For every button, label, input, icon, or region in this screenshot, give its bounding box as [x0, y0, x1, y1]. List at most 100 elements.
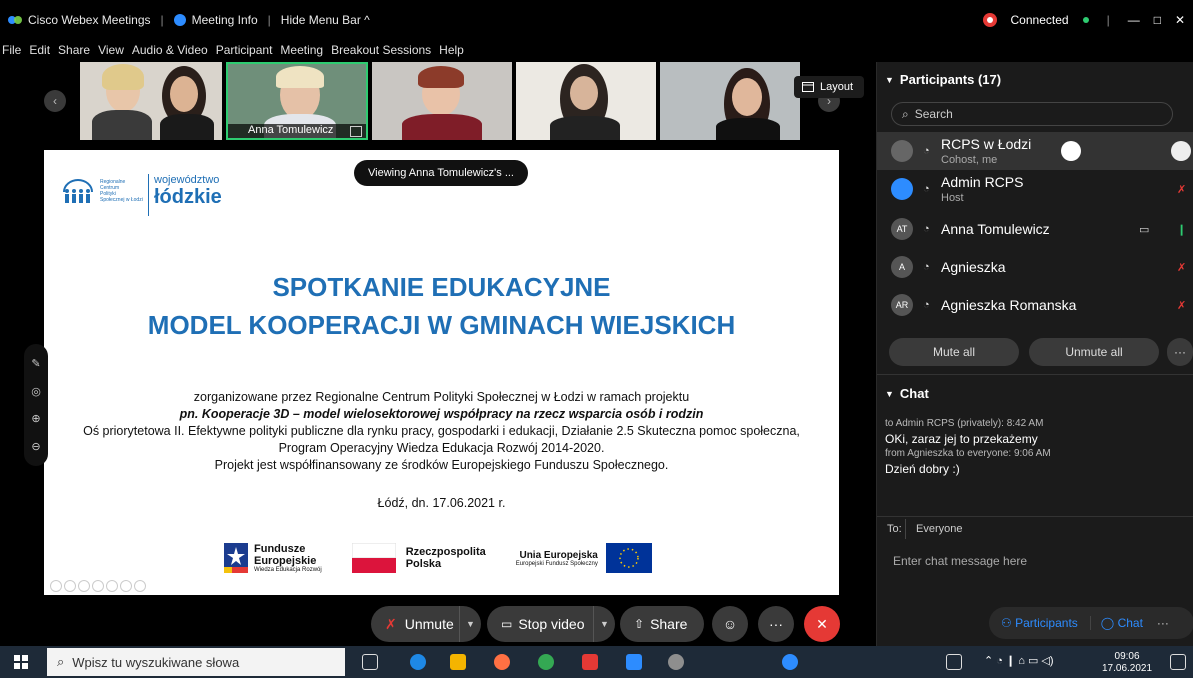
- mic-muted-icon[interactable]: ✗: [1177, 261, 1186, 274]
- chat-message-input[interactable]: Enter chat message here: [893, 554, 1027, 568]
- video-thumbnail[interactable]: [660, 62, 800, 140]
- menu-bar: File Edit Share View Audio & Video Parti…: [0, 40, 880, 60]
- mic-muted-icon: ✗: [385, 615, 397, 632]
- participants-search-input[interactable]: ⌕ Search: [891, 102, 1173, 126]
- chevron-down-icon[interactable]: ▼: [459, 606, 481, 642]
- layout-button[interactable]: Layout: [794, 76, 864, 98]
- participant-row[interactable]: A ◔ Agnieszka ✗: [877, 248, 1193, 286]
- menu-share[interactable]: Share: [58, 43, 90, 57]
- annotate-icon[interactable]: ✎: [31, 357, 40, 370]
- close-button[interactable]: ✕: [1175, 13, 1185, 27]
- unmute-all-button[interactable]: Unmute all: [1029, 338, 1159, 366]
- keyboard-icon[interactable]: [946, 654, 962, 670]
- leave-meeting-button[interactable]: ✕: [804, 606, 840, 642]
- edge-icon[interactable]: [410, 654, 426, 670]
- participants-more-button[interactable]: ···: [1167, 338, 1193, 366]
- participant-row[interactable]: AR ◔ Agnieszka Romanska ✗: [877, 286, 1193, 324]
- participant-name: Anna Tomulewicz: [941, 221, 1050, 237]
- annotation-tool-icon[interactable]: [106, 580, 118, 592]
- search-placeholder: Search: [914, 107, 953, 121]
- stop-video-button[interactable]: ▭ Stop video ▼: [487, 606, 615, 642]
- slide-annotation-tools: [50, 580, 146, 592]
- menu-participant[interactable]: Participant: [216, 43, 273, 57]
- meeting-info-button[interactable]: Meeting Info: [192, 13, 258, 27]
- fe-line-1: Fundusze: [254, 543, 306, 555]
- participants-header[interactable]: ▼ Participants (17): [885, 72, 1001, 87]
- menu-meeting[interactable]: Meeting: [280, 43, 323, 57]
- stop-video-label: Stop video: [518, 616, 585, 632]
- annotation-tool-icon[interactable]: [134, 580, 146, 592]
- zoom-in-icon[interactable]: ⊕: [31, 412, 40, 425]
- reactions-button[interactable]: ☺: [712, 606, 748, 642]
- annotation-tool-icon[interactable]: [64, 580, 76, 592]
- participant-name: Agnieszka: [941, 259, 1006, 275]
- app-title: Cisco Webex Meetings: [28, 13, 151, 27]
- share-icon: ⇧: [634, 617, 645, 631]
- mic-muted-icon[interactable]: ✗: [1177, 299, 1186, 312]
- active-speaker-name: Anna Tomulewicz: [228, 124, 366, 138]
- fit-icon[interactable]: ◎: [31, 385, 41, 398]
- person-icon: ⚇: [1001, 616, 1016, 630]
- panel-more-button[interactable]: ···: [1153, 616, 1169, 630]
- mic-icon: ◔: [923, 183, 930, 195]
- annotation-tool-icon[interactable]: [92, 580, 104, 592]
- mute-all-button[interactable]: Mute all: [889, 338, 1019, 366]
- menu-breakout-sessions[interactable]: Breakout Sessions: [331, 43, 431, 57]
- zoom-out-icon[interactable]: ⊖: [31, 440, 40, 453]
- file-explorer-icon[interactable]: [450, 654, 466, 670]
- participant-role: Cohost, me: [941, 154, 998, 166]
- minimize-button[interactable]: —: [1128, 13, 1140, 27]
- video-thumbnail-active[interactable]: Anna Tomulewicz: [226, 62, 368, 140]
- menu-file[interactable]: File: [2, 43, 21, 57]
- annotation-tool-icon[interactable]: [50, 580, 62, 592]
- recipient-select[interactable]: Everyone: [905, 519, 1191, 539]
- system-tray-icons[interactable]: ⌃ ◔ ❙ ⌂ ▭ ◁): [984, 654, 1054, 667]
- video-thumbnail[interactable]: [516, 62, 656, 140]
- chrome-icon[interactable]: [538, 654, 554, 670]
- share-button[interactable]: ⇧ Share: [620, 606, 704, 642]
- participant-row[interactable]: ◔ Admin RCPS Host ✗: [877, 170, 1193, 208]
- participant-row[interactable]: AT ◔ Anna Tomulewicz ▭ ❙: [877, 210, 1193, 248]
- webex-taskbar-icon[interactable]: [626, 654, 642, 670]
- hide-menu-bar-button[interactable]: Hide Menu Bar ^: [281, 13, 370, 27]
- help-icon[interactable]: [782, 654, 798, 670]
- mic-muted-icon[interactable]: [1171, 141, 1191, 161]
- chat-meta: to Admin RCPS (privately): 8:42 AM: [885, 418, 1044, 429]
- chat-meta: from Agnieszka to everyone: 9:06 AM: [885, 448, 1051, 459]
- recording-icon[interactable]: [982, 13, 997, 27]
- paint-icon[interactable]: [668, 654, 684, 670]
- participant-row[interactable]: ◔ RCPS w Łodzi Cohost, me: [877, 132, 1193, 170]
- mic-muted-icon[interactable]: ✗: [1177, 183, 1186, 196]
- raise-hand-icon[interactable]: [1061, 141, 1081, 161]
- polish-flag-icon: [351, 543, 396, 573]
- annotation-tool-icon[interactable]: [78, 580, 90, 592]
- taskbar-search-input[interactable]: ⌕ Wpisz tu wyszukiwane słowa: [47, 648, 345, 676]
- firefox-icon[interactable]: [494, 654, 510, 670]
- right-panel: ▼ Participants (17) ⌕ Search ◔ RCPS w Ło…: [876, 62, 1193, 646]
- menu-audio-video[interactable]: Audio & Video: [132, 43, 208, 57]
- unmute-button[interactable]: ✗ Unmute ▼: [371, 606, 481, 642]
- menu-edit[interactable]: Edit: [29, 43, 50, 57]
- more-options-button[interactable]: ···: [758, 606, 794, 642]
- menu-view[interactable]: View: [98, 43, 124, 57]
- video-thumbnail[interactable]: [372, 62, 512, 140]
- mic-on-icon[interactable]: ❙: [1177, 223, 1186, 236]
- chat-bubble-icon: ◯: [1100, 616, 1118, 630]
- panel-tabs: ⚇ Participants ◯ Chat ···: [989, 607, 1193, 639]
- acrobat-icon[interactable]: [582, 654, 598, 670]
- rp-line-1: Rzeczpospolita: [405, 546, 486, 558]
- notifications-icon[interactable]: [1170, 654, 1186, 670]
- menu-help[interactable]: Help: [439, 43, 464, 57]
- chat-tab[interactable]: ◯ Chat: [1091, 616, 1153, 630]
- previous-thumbnails-button[interactable]: ‹: [44, 90, 66, 112]
- task-view-icon[interactable]: [362, 654, 378, 670]
- taskbar-clock[interactable]: 09:06 17.06.2021: [1102, 651, 1152, 675]
- meeting-info-icon[interactable]: [173, 14, 186, 26]
- video-thumbnail[interactable]: [80, 62, 222, 140]
- chat-header[interactable]: ▼ Chat: [885, 386, 929, 401]
- participants-tab[interactable]: ⚇ Participants: [989, 616, 1091, 630]
- annotation-tool-icon[interactable]: [120, 580, 132, 592]
- maximize-button[interactable]: □: [1154, 13, 1161, 27]
- windows-start-icon[interactable]: [14, 655, 28, 669]
- chevron-down-icon[interactable]: ▼: [593, 606, 615, 642]
